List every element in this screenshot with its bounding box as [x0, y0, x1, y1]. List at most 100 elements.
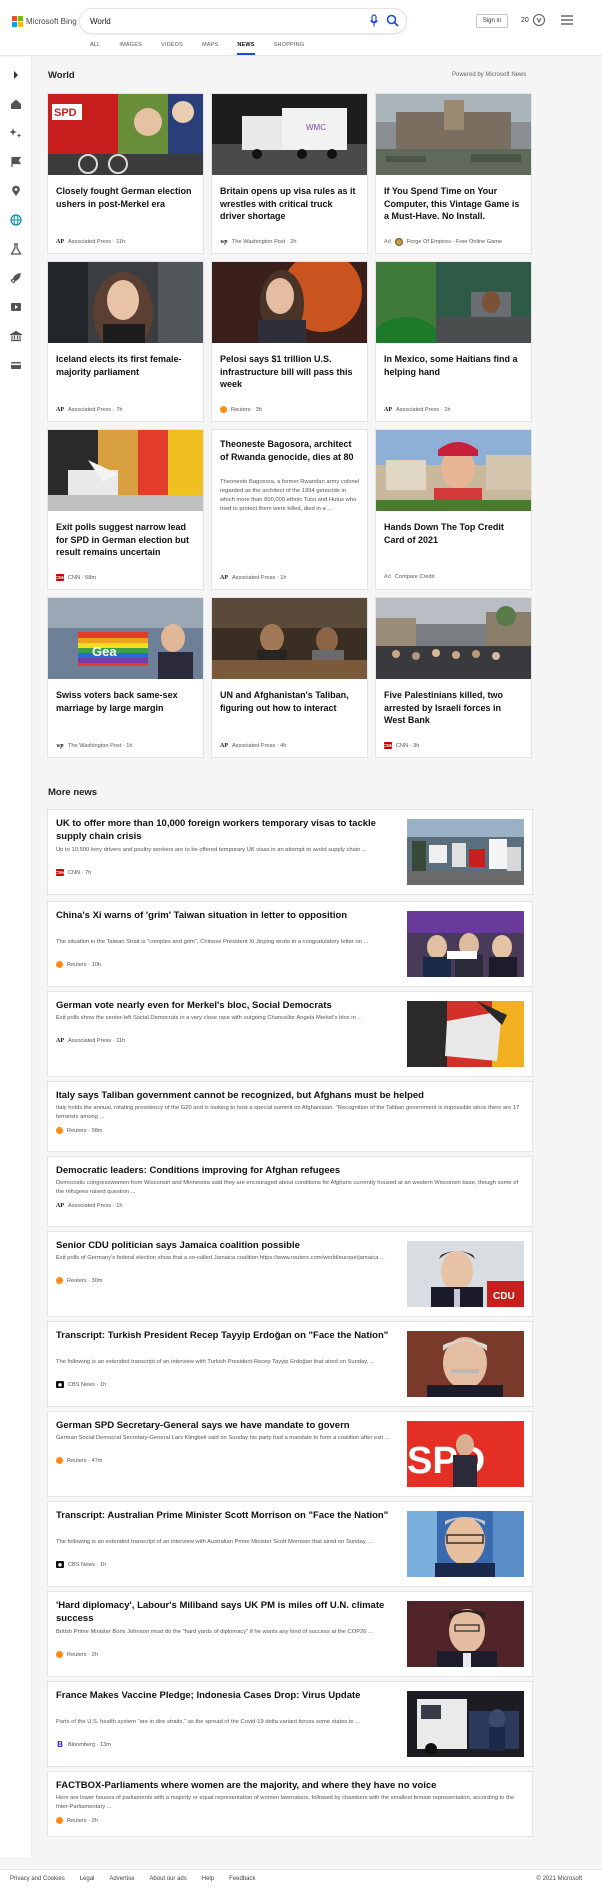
news-card-title[interactable]: Five Palestinians killed, two arrested b… — [384, 689, 524, 727]
news-card-source[interactable]: CNN CNN · 3h — [383, 742, 419, 749]
more-news-item[interactable]: German vote nearly even for Merkel's blo… — [48, 992, 532, 1076]
more-news-source[interactable]: Reuters · 47m — [56, 1457, 102, 1464]
microphone-icon[interactable] — [369, 14, 379, 28]
footer-link[interactable]: Privacy and Cookies — [10, 1876, 65, 1882]
news-card-title[interactable]: Britain opens up visa rules as it wrestl… — [220, 185, 360, 223]
tab-videos[interactable]: VIDEOS — [161, 42, 183, 55]
news-card-title[interactable]: Hands Down The Top Credit Card of 2021 — [384, 521, 524, 546]
sign-in-button[interactable]: Sign in — [476, 14, 508, 28]
news-card[interactable]: If You Spend Time on Your Computer, this… — [376, 94, 531, 253]
more-news-source[interactable]: ◉ CBS News · 1h — [56, 1561, 106, 1568]
more-news-item[interactable]: Transcript: Turkish President Recep Tayy… — [48, 1322, 532, 1406]
search-box[interactable] — [80, 9, 406, 33]
news-card[interactable]: Theoneste Bagosora, architect of Rwanda … — [212, 430, 367, 589]
more-news-title[interactable]: UK to offer more than 10,000 foreign wor… — [56, 818, 396, 843]
footer-link[interactable]: Feedback — [229, 1876, 255, 1882]
more-news-title[interactable]: German vote nearly even for Merkel's blo… — [56, 1000, 396, 1013]
news-card-title[interactable]: Closely fought German election ushers in… — [56, 185, 196, 210]
more-news-item[interactable]: China's Xi warns of 'grim' Taiwan situat… — [48, 902, 532, 986]
footer-link[interactable]: Help — [202, 1876, 214, 1882]
more-news-item[interactable]: FACTBOX-Parliaments where women are the … — [48, 1772, 532, 1836]
more-news-source[interactable]: Reuters · 2h — [56, 1817, 98, 1824]
more-news-title[interactable]: France Makes Vaccine Pledge; Indonesia C… — [56, 1690, 396, 1703]
bank-icon[interactable] — [10, 330, 22, 342]
news-card[interactable]: WMC Britain opens up visa rules as it wre… — [212, 94, 367, 253]
news-card[interactable]: Gea Swiss voters back same-sex marriage b… — [48, 598, 203, 757]
more-news-item[interactable]: 'Hard diplomacy', Labour's Miliband says… — [48, 1592, 532, 1676]
sparkle-icon[interactable] — [10, 127, 22, 139]
news-card-title[interactable]: Theoneste Bagosora, architect of Rwanda … — [220, 438, 360, 463]
tab-maps[interactable]: MAPS — [202, 42, 218, 55]
news-card-title[interactable]: Exit polls suggest narrow lead for SPD i… — [56, 521, 196, 559]
movie-icon[interactable] — [10, 301, 22, 313]
tab-images[interactable]: IMAGES — [119, 42, 142, 55]
news-card[interactable]: Five Palestinians killed, two arrested b… — [376, 598, 531, 757]
search-icon[interactable] — [386, 14, 399, 27]
news-card[interactable]: SPD Closely fought German election ushers… — [48, 94, 203, 253]
rewards-medal-icon[interactable] — [532, 13, 546, 27]
more-news-title[interactable]: Senior CDU politician says Jamaica coali… — [56, 1240, 396, 1253]
news-card-title[interactable]: If You Spend Time on Your Computer, this… — [384, 185, 524, 223]
more-news-title[interactable]: Democratic leaders: Conditions improving… — [56, 1165, 524, 1178]
rocket-icon[interactable] — [10, 272, 22, 284]
more-news-source[interactable]: AP Associated Press · 1h — [56, 1202, 122, 1209]
more-news-title[interactable]: China's Xi warns of 'grim' Taiwan situat… — [56, 910, 396, 923]
more-news-item[interactable]: France Makes Vaccine Pledge; Indonesia C… — [48, 1682, 532, 1766]
more-news-source[interactable]: B Bloomberg · 13m — [56, 1740, 111, 1749]
card-icon[interactable] — [10, 359, 22, 371]
more-news-source[interactable]: AP Associated Press · 11h — [56, 1037, 125, 1044]
more-news-item[interactable]: Democratic leaders: Conditions improving… — [48, 1157, 532, 1226]
more-news-source[interactable]: Reuters · 30m — [56, 1277, 102, 1284]
more-news-item[interactable]: German SPD Secretary-General says we hav… — [48, 1412, 532, 1496]
news-card[interactable]: Hands Down The Top Credit Card of 2021 Ad… — [376, 430, 531, 589]
more-news-title[interactable]: 'Hard diplomacy', Labour's Miliband says… — [56, 1600, 396, 1625]
more-news-title[interactable]: German SPD Secretary-General says we hav… — [56, 1420, 396, 1433]
news-card-title[interactable]: Iceland elects its first female-majority… — [56, 353, 196, 378]
news-card-source[interactable]: AP Associated Press · 4h — [220, 742, 286, 749]
more-news-source[interactable]: Reuters · 10h — [56, 961, 101, 968]
news-card-title[interactable]: Pelosi says $1 trillion U.S. infrastruct… — [220, 353, 360, 391]
news-card-source[interactable]: wp The Washington Post · 1h — [56, 742, 132, 749]
more-news-title[interactable]: Transcript: Australian Prime Minister Sc… — [56, 1510, 396, 1523]
flag-icon[interactable] — [10, 156, 22, 168]
news-card-title[interactable]: UN and Afghanistan's Taliban, figuring o… — [220, 689, 360, 714]
more-news-item[interactable]: Italy says Taliban government cannot be … — [48, 1082, 532, 1151]
search-input[interactable] — [90, 14, 340, 28]
chevron-right-icon[interactable] — [10, 69, 22, 81]
location-pin-icon[interactable] — [10, 185, 22, 197]
news-card-source[interactable]: wp The Washington Post · 2h — [220, 238, 296, 245]
news-card-source[interactable]: AP Associated Press · 1h — [220, 574, 286, 581]
news-card[interactable]: Pelosi says $1 trillion U.S. infrastruct… — [212, 262, 367, 421]
news-card-source[interactable]: AP Associated Press · 11h — [56, 238, 125, 245]
news-card-source[interactable]: AP Associated Press · 1h — [384, 406, 450, 413]
more-news-item[interactable]: Transcript: Australian Prime Minister Sc… — [48, 1502, 532, 1586]
tab-news[interactable]: NEWS — [237, 42, 255, 55]
home-icon[interactable] — [10, 98, 22, 110]
news-card[interactable]: In Mexico, some Haitians find a helping … — [376, 262, 531, 421]
news-card-source[interactable]: AP Associated Press · 7h — [56, 406, 122, 413]
news-card[interactable]: Exit polls suggest narrow lead for SPD i… — [48, 430, 203, 589]
hamburger-menu-icon[interactable] — [561, 15, 573, 25]
footer-link[interactable]: Advertise — [109, 1876, 134, 1882]
more-news-item[interactable]: UK to offer more than 10,000 foreign wor… — [48, 810, 532, 894]
more-news-source[interactable]: Reuters · 2h — [56, 1651, 98, 1658]
more-news-source[interactable]: ◉ CBS News · 1h — [56, 1381, 106, 1388]
tab-all[interactable]: ALL — [90, 42, 100, 55]
tab-shopping[interactable]: SHOPPING — [274, 42, 305, 55]
more-news-title[interactable]: Italy says Taliban government cannot be … — [56, 1090, 524, 1103]
more-news-source[interactable]: Reuters · 58m — [56, 1127, 102, 1134]
footer-link[interactable]: Legal — [80, 1876, 95, 1882]
news-card-source[interactable]: Reuters · 3h — [220, 406, 262, 413]
more-news-item[interactable]: Senior CDU politician says Jamaica coali… — [48, 1232, 532, 1316]
news-card-title[interactable]: In Mexico, some Haitians find a helping … — [384, 353, 524, 378]
science-icon[interactable] — [10, 243, 22, 255]
footer-link[interactable]: About our ads — [149, 1876, 186, 1882]
news-card-title[interactable]: Swiss voters back same-sex marriage by l… — [56, 689, 196, 714]
rewards-count[interactable]: 20 — [521, 17, 529, 24]
more-news-title[interactable]: FACTBOX-Parliaments where women are the … — [56, 1780, 524, 1793]
news-card[interactable]: Iceland elects its first female-majority… — [48, 262, 203, 421]
news-card-source[interactable]: Ad Compare Credit — [384, 574, 434, 580]
bing-logo[interactable]: Microsoft Bing — [12, 14, 77, 28]
more-news-title[interactable]: Transcript: Turkish President Recep Tayy… — [56, 1330, 396, 1343]
news-card[interactable]: UN and Afghanistan's Taliban, figuring o… — [212, 598, 367, 757]
